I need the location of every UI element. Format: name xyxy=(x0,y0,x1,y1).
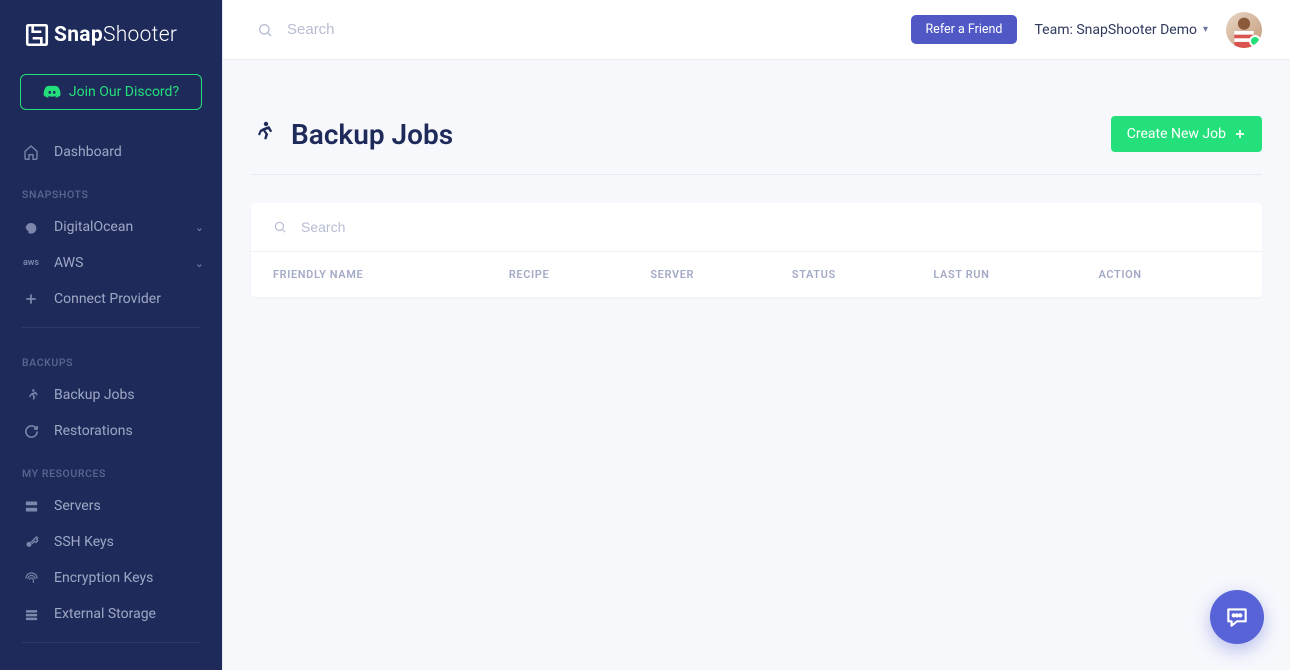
sidebar-item-label: Backup Jobs xyxy=(54,387,135,403)
sidebar-item-digitalocean[interactable]: DigitalOcean ⌄ xyxy=(0,209,222,245)
digitalocean-icon xyxy=(22,218,40,236)
page-title: Backup Jobs xyxy=(291,118,453,151)
sidebar-item-external-storage[interactable]: External Storage xyxy=(0,596,222,632)
refer-friend-button[interactable]: Refer a Friend xyxy=(911,15,1016,44)
chevron-down-icon: ⌄ xyxy=(195,221,204,234)
table-search-input[interactable] xyxy=(301,219,1240,235)
col-server: SERVER xyxy=(650,268,792,281)
sidebar-item-label: Connect Provider xyxy=(54,291,161,307)
search-icon xyxy=(273,220,287,234)
discord-icon xyxy=(43,85,61,99)
running-icon xyxy=(251,120,275,148)
aws-icon: aws xyxy=(22,254,40,272)
avatar-person-icon xyxy=(1229,14,1259,48)
sidebar-item-label: DigitalOcean xyxy=(54,219,133,235)
chat-icon xyxy=(1224,604,1250,630)
chevron-down-icon: ⌄ xyxy=(195,257,204,270)
search-icon xyxy=(257,22,273,38)
col-action: ACTION xyxy=(1098,268,1240,281)
divider xyxy=(251,174,1262,175)
topbar: Refer a Friend Team: SnapShooter Demo ▾ xyxy=(223,0,1290,60)
create-new-job-button[interactable]: Create New Job xyxy=(1111,116,1262,152)
running-icon xyxy=(22,386,40,404)
jobs-table-card: FRIENDLY NAME RECIPE SERVER STATUS LAST … xyxy=(251,203,1262,297)
caret-down-icon: ▾ xyxy=(1203,24,1208,35)
col-friendly-name: FRIENDLY NAME xyxy=(273,268,509,281)
divider xyxy=(22,327,200,328)
page-header: Backup Jobs Create New Job xyxy=(251,116,1262,174)
sidebar-item-ssh-keys[interactable]: SSH Keys xyxy=(0,524,222,560)
sidebar-item-label: AWS xyxy=(54,255,83,271)
sidebar-item-label: Restorations xyxy=(54,423,133,439)
search-input[interactable] xyxy=(287,21,893,38)
sidebar-item-label: Servers xyxy=(54,498,101,514)
sidebar-item-encryption-keys[interactable]: Encryption Keys xyxy=(0,560,222,596)
plus-icon xyxy=(22,290,40,308)
global-search[interactable] xyxy=(257,21,893,38)
logo-icon xyxy=(24,22,50,48)
home-icon xyxy=(22,143,40,161)
sidebar-item-label: Encryption Keys xyxy=(54,570,153,586)
plus-icon xyxy=(1234,128,1246,140)
restore-icon xyxy=(22,422,40,440)
brand-logo[interactable]: SnapShooter xyxy=(0,0,222,64)
sidebar-item-servers[interactable]: Servers xyxy=(0,488,222,524)
section-resources: MY RESOURCES xyxy=(0,449,222,488)
sidebar-item-label: External Storage xyxy=(54,606,156,622)
storage-icon xyxy=(22,605,40,623)
sidebar-item-connect-provider[interactable]: Connect Provider xyxy=(0,281,222,317)
divider xyxy=(22,642,200,643)
col-status: STATUS xyxy=(792,268,934,281)
sidebar: SnapShooter Join Our Discord? Dashboard … xyxy=(0,0,222,670)
server-icon xyxy=(22,497,40,515)
key-icon xyxy=(22,533,40,551)
team-label: Team: SnapShooter Demo xyxy=(1035,22,1197,38)
main-area: Refer a Friend Team: SnapShooter Demo ▾ … xyxy=(222,0,1290,670)
fingerprint-icon xyxy=(22,569,40,587)
table-header-row: FRIENDLY NAME RECIPE SERVER STATUS LAST … xyxy=(251,252,1262,297)
sidebar-item-dashboard[interactable]: Dashboard xyxy=(0,134,222,170)
col-recipe: RECIPE xyxy=(509,268,651,281)
page-content: Backup Jobs Create New Job FRIENDLY NAME… xyxy=(223,60,1290,325)
section-snapshots: SNAPSHOTS xyxy=(0,170,222,209)
help-chat-button[interactable] xyxy=(1210,590,1264,644)
sidebar-item-backup-jobs[interactable]: Backup Jobs xyxy=(0,377,222,413)
table-search[interactable] xyxy=(251,203,1262,252)
avatar[interactable] xyxy=(1226,12,1262,48)
sidebar-item-restorations[interactable]: Restorations xyxy=(0,413,222,449)
team-switcher[interactable]: Team: SnapShooter Demo ▾ xyxy=(1035,22,1209,38)
col-last-run: LAST RUN xyxy=(933,268,1098,281)
join-discord-button[interactable]: Join Our Discord? xyxy=(20,74,202,110)
sidebar-item-label: Dashboard xyxy=(54,144,122,160)
sidebar-item-label: SSH Keys xyxy=(54,534,114,550)
sidebar-item-aws[interactable]: aws AWS ⌄ xyxy=(0,245,222,281)
section-backups: BACKUPS xyxy=(0,338,222,377)
